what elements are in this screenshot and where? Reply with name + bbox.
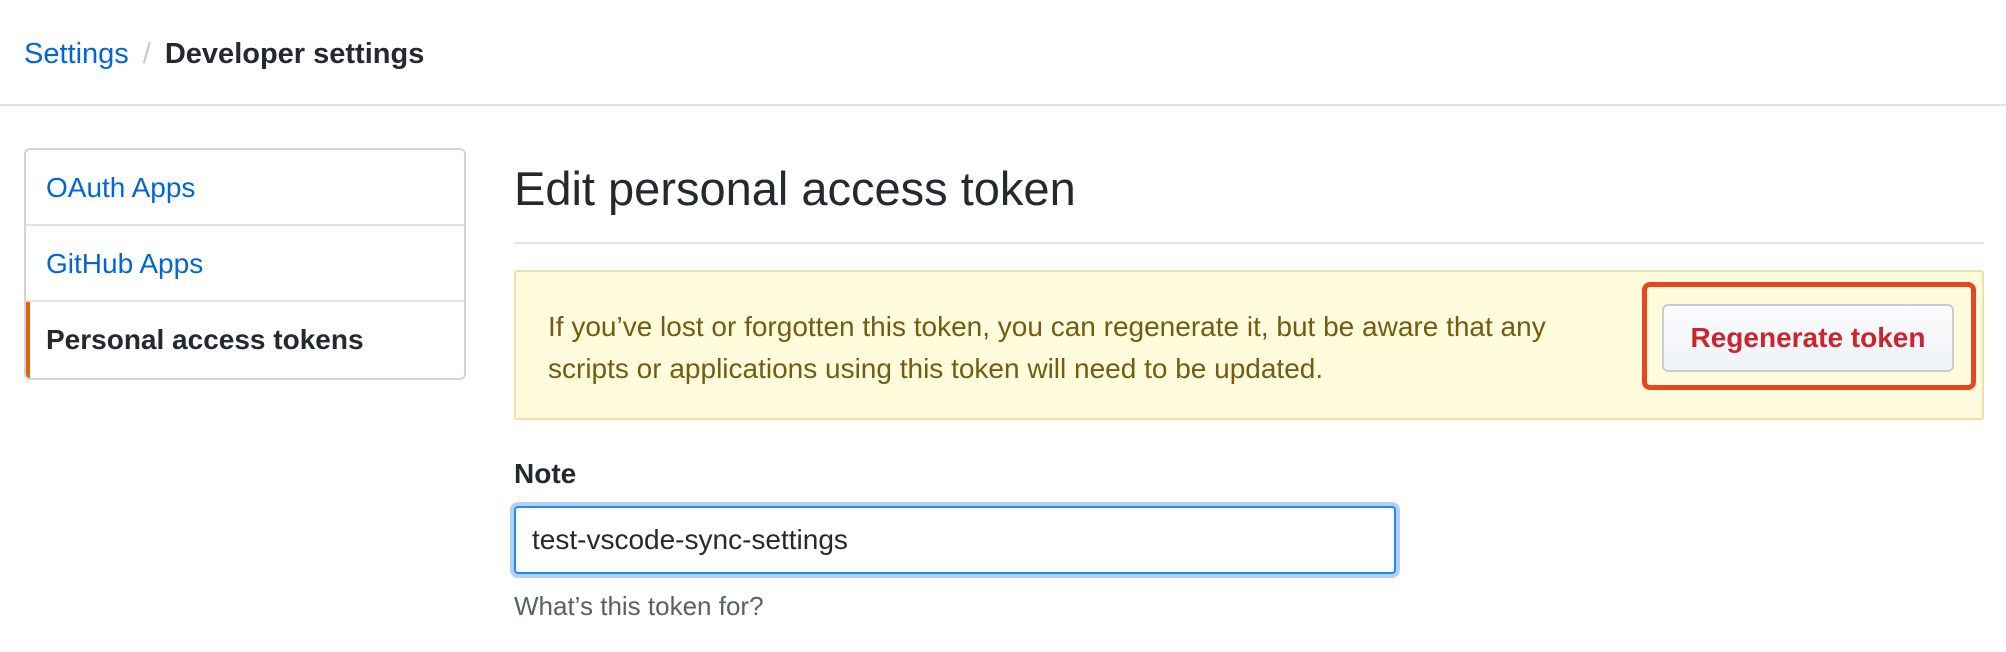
flash-message: If you’ve lost or forgotten this token, … xyxy=(548,311,1546,384)
regenerate-token-button[interactable]: Regenerate token xyxy=(1662,304,1954,372)
sidebar-item-github-apps[interactable]: GitHub Apps xyxy=(26,226,464,302)
main-content: Edit personal access token If you’ve los… xyxy=(514,148,1984,621)
note-help-text: What’s this token for? xyxy=(514,591,764,621)
sidebar-item-personal-access-tokens[interactable]: Personal access tokens xyxy=(26,302,464,378)
breadcrumb: Settings / Developer settings xyxy=(24,34,424,74)
regenerate-warning-flash: If you’ve lost or forgotten this token, … xyxy=(514,270,1984,420)
page-title: Edit personal access token xyxy=(514,156,1984,244)
breadcrumb-separator: / xyxy=(142,38,151,70)
breadcrumb-settings-link[interactable]: Settings xyxy=(24,38,129,70)
breadcrumb-bar: Settings / Developer settings xyxy=(0,0,2006,106)
note-input[interactable] xyxy=(514,506,1396,574)
developer-settings-sidebar: OAuth Apps GitHub Apps Personal access t… xyxy=(24,148,466,380)
sidebar-item-oauth-apps[interactable]: OAuth Apps xyxy=(26,150,464,226)
note-label: Note xyxy=(514,458,577,489)
breadcrumb-current: Developer settings xyxy=(164,38,425,70)
